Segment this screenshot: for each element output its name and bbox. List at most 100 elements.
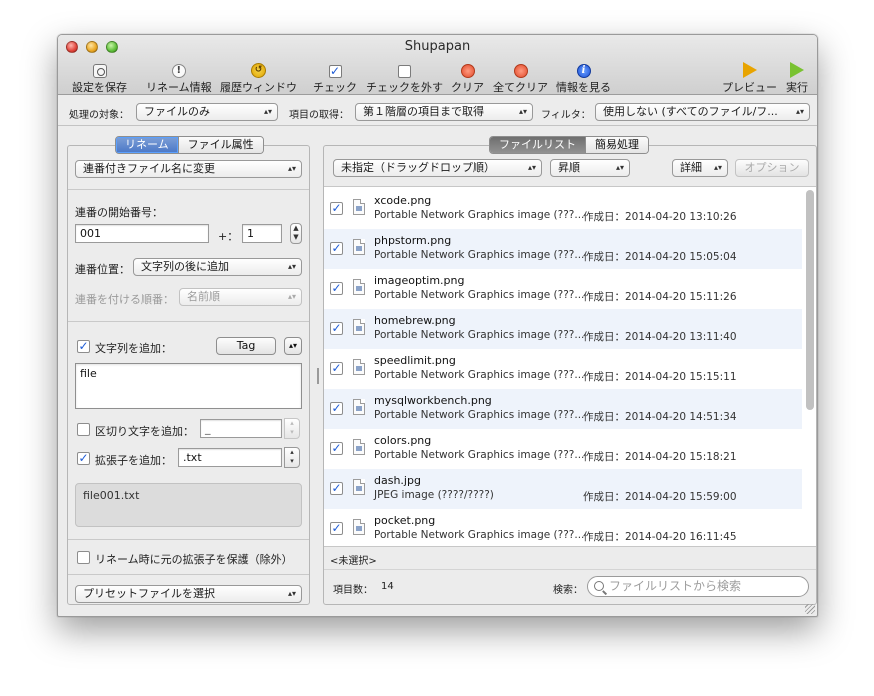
preview-button[interactable]: プレビュー <box>722 61 777 95</box>
check-label: チェック <box>313 81 357 94</box>
file-date: 作成日：2014-04-20 13:10:26 <box>583 211 737 223</box>
separator-menu-button[interactable]: ▴ ▾ <box>284 418 300 439</box>
selection-status: <未選択> <box>330 556 377 567</box>
separator-label: 区切り文字を追加： <box>95 425 194 438</box>
preview-icon <box>742 62 757 78</box>
file-row[interactable]: ✓ speedlimit.png Portable Network Graphics… <box>324 349 802 389</box>
file-checkbox[interactable]: ✓ <box>330 522 343 535</box>
tag-menu-button[interactable]: ▴▾ <box>284 337 302 355</box>
file-row[interactable]: ✓ mysqlworkbench.png Portable Network Grap… <box>324 389 802 429</box>
file-date: 作成日：2014-04-20 15:59:00 <box>583 491 737 503</box>
item-count-value: 14 <box>381 581 394 592</box>
order-select[interactable]: 名前順 ▴▾ <box>179 288 302 306</box>
file-checkbox[interactable]: ✓ <box>330 242 343 255</box>
tab-simple-processing[interactable]: 簡易処理 <box>585 137 648 153</box>
order-direction-select[interactable]: 昇順 ▴▾ <box>550 159 630 177</box>
extension-label: 拡張子を追加： <box>95 454 172 467</box>
divider <box>68 189 309 190</box>
target-select[interactable]: ファイルのみ ▴▾ <box>136 103 278 121</box>
clear-all-button[interactable]: 全てクリア <box>493 61 548 95</box>
resize-grip-icon[interactable] <box>805 604 815 614</box>
position-select[interactable]: 文字列の後に追加 ▴▾ <box>133 258 302 276</box>
order-label: 連番を付ける順番： <box>75 293 174 306</box>
left-tabs: リネーム ファイル属性 <box>115 136 264 154</box>
tab-rename[interactable]: リネーム <box>116 137 178 153</box>
file-row[interactable]: ✓ homebrew.png Portable Network Graphics i… <box>324 309 802 349</box>
file-checkbox[interactable]: ✓ <box>330 442 343 455</box>
file-row[interactable]: ✓ dash.jpg JPEG image (????/????) 作成日：2014-… <box>324 469 802 509</box>
file-checkbox[interactable]: ✓ <box>330 322 343 335</box>
run-button[interactable]: 実行 <box>786 61 808 95</box>
file-row[interactable]: ✓ xcode.png Portable Network Graphics imag… <box>324 189 802 229</box>
history-window-button[interactable]: ↺ 履歴ウィンドウ <box>220 61 297 95</box>
search-input[interactable]: ファイルリストから検索 <box>587 576 809 597</box>
run-label: 実行 <box>786 81 808 94</box>
extension-checkbox[interactable]: ✓ <box>77 452 90 465</box>
select-arrows-icon: ▴▾ <box>287 292 296 301</box>
select-arrows-icon: ▴▾ <box>527 163 536 172</box>
file-row[interactable]: ✓ colors.png Portable Network Graphics ima… <box>324 429 802 469</box>
save-settings-label: 設定を保存 <box>72 81 127 94</box>
file-date: 作成日：2014-04-20 13:11:40 <box>583 331 737 343</box>
search-placeholder: ファイルリストから検索 <box>609 579 742 593</box>
select-arrows-icon: ▴▾ <box>518 107 527 116</box>
filter-select[interactable]: 使用しない (すべてのファイル/フ... ▴▾ <box>595 103 810 121</box>
separator-checkbox[interactable] <box>77 423 90 436</box>
file-checkbox[interactable]: ✓ <box>330 402 343 415</box>
file-checkbox[interactable]: ✓ <box>330 202 343 215</box>
order-value: 名前順 <box>187 290 220 303</box>
tag-button[interactable]: Tag <box>216 337 276 355</box>
order-direction-value: 昇順 <box>558 161 580 174</box>
file-row[interactable]: ✓ phpstorm.png Portable Network Graphics i… <box>324 229 802 269</box>
list-scrollbar[interactable] <box>806 190 814 410</box>
file-date: 作成日：2014-04-20 16:11:45 <box>583 531 737 543</box>
file-list[interactable]: ✓ xcode.png Portable Network Graphics imag… <box>324 186 816 547</box>
file-name: homebrew.png <box>374 314 456 327</box>
file-icon <box>353 399 365 415</box>
extension-field[interactable]: .txt <box>178 448 282 467</box>
file-row[interactable]: ✓ pocket.png Portable Network Graphics ima… <box>324 509 802 546</box>
rename-mode-value: 連番付きファイル名に変更 <box>83 162 215 175</box>
file-checkbox[interactable]: ✓ <box>330 482 343 495</box>
step-stepper[interactable]: ▲ ▼ <box>290 223 302 244</box>
file-date: 作成日：2014-04-20 15:18:21 <box>583 451 737 463</box>
run-icon <box>790 62 804 78</box>
detail-select[interactable]: 詳細 ▴▾ <box>672 159 728 177</box>
uncheck-icon <box>398 65 411 78</box>
options-button[interactable]: オプション <box>735 159 809 177</box>
rename-mode-select[interactable]: 連番付きファイル名に変更 ▴▾ <box>75 160 302 178</box>
start-number-field[interactable]: 001 <box>75 224 209 243</box>
step-label: +： <box>218 230 239 243</box>
separator-field[interactable]: _ <box>200 419 282 438</box>
show-info-button[interactable]: i 情報を見る <box>556 61 611 95</box>
file-kind: JPEG image (????/????) <box>374 489 494 501</box>
protect-extension-checkbox[interactable] <box>77 551 90 564</box>
sort-select[interactable]: 未指定（ドラッグドロップ順） ▴▾ <box>333 159 542 177</box>
rename-info-button[interactable]: ! リネーム情報 <box>146 61 212 95</box>
split-view-handle[interactable] <box>317 368 319 384</box>
fetch-select[interactable]: 第１階層の項目まで取得 ▴▾ <box>355 103 533 121</box>
tab-file-list[interactable]: ファイルリスト <box>490 137 585 153</box>
add-string-checkbox[interactable]: ✓ <box>77 340 90 353</box>
select-arrows-icon: ▴▾ <box>615 163 624 172</box>
file-icon <box>353 479 365 495</box>
file-checkbox[interactable]: ✓ <box>330 282 343 295</box>
preset-select[interactable]: プリセットファイルを選択 ▴▾ <box>75 585 302 603</box>
file-checkbox[interactable]: ✓ <box>330 362 343 375</box>
rename-info-label: リネーム情報 <box>146 81 212 94</box>
uncheck-button[interactable]: チェックを外す <box>366 61 443 95</box>
add-string-textarea[interactable]: file <box>75 363 302 409</box>
step-field[interactable]: 1 <box>242 224 282 243</box>
save-settings-button[interactable]: 設定を保存 <box>72 61 127 95</box>
tab-file-attributes[interactable]: ファイル属性 <box>177 137 263 153</box>
file-list-panel: 未指定（ドラッグドロップ順） ▴▾ 昇順 ▴▾ 詳細 ▴▾ オプション ✓ xcode.… <box>323 135 817 605</box>
select-arrows-icon: ▴▾ <box>288 341 298 350</box>
file-name: speedlimit.png <box>374 354 456 367</box>
clear-button[interactable]: クリア <box>451 61 484 95</box>
check-button[interactable]: ✓ チェック <box>313 61 357 95</box>
file-row[interactable]: ✓ imageoptim.png Portable Network Graphics… <box>324 269 802 309</box>
info-icon: ! <box>171 64 186 78</box>
extension-menu-button[interactable]: ▴ ▾ <box>284 447 300 468</box>
divider <box>68 539 309 540</box>
window-title: Shupapan <box>404 39 471 54</box>
